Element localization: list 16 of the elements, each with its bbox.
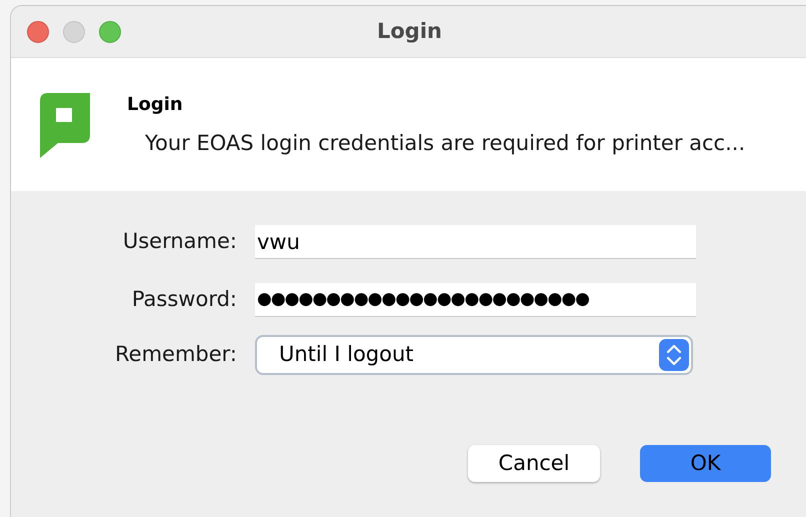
header-title: Login xyxy=(127,93,184,117)
field-label: Password: xyxy=(130,286,238,314)
up-down-chevron-icon xyxy=(659,339,689,371)
field-label: Remember: xyxy=(114,341,238,368)
field-label: Username: xyxy=(122,228,238,256)
speech-bubble-logo-icon xyxy=(40,93,90,158)
window-title: Login xyxy=(377,18,442,45)
cancel-button[interactable]: Cancel xyxy=(468,445,600,482)
ok-button[interactable]: OK xyxy=(640,445,771,482)
username-field[interactable]: vwu xyxy=(255,225,696,259)
minimize-button[interactable] xyxy=(63,20,85,42)
zoom-button[interactable] xyxy=(99,20,121,42)
password-field[interactable]: ●●●●●●●●●●●●●●●●●●●●●●●● xyxy=(255,283,696,317)
header-message: Your EOAS login credentials are required for printer acc... xyxy=(145,130,746,157)
remember-dropdown[interactable]: Until I logout xyxy=(255,335,693,375)
close-button[interactable] xyxy=(27,20,49,42)
